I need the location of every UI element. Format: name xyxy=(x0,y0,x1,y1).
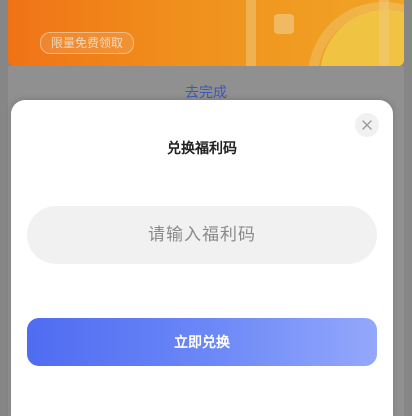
screen: 限量免费领取 去完成 兑换福利码 立即兑换 xyxy=(0,0,412,416)
redeem-code-input[interactable] xyxy=(27,206,377,264)
close-icon xyxy=(362,120,372,130)
dialog-title: 兑换福利码 xyxy=(167,141,237,157)
redeem-dialog: 兑换福利码 立即兑换 xyxy=(11,100,393,416)
close-button[interactable] xyxy=(355,113,379,137)
redeem-now-button[interactable]: 立即兑换 xyxy=(27,318,377,366)
